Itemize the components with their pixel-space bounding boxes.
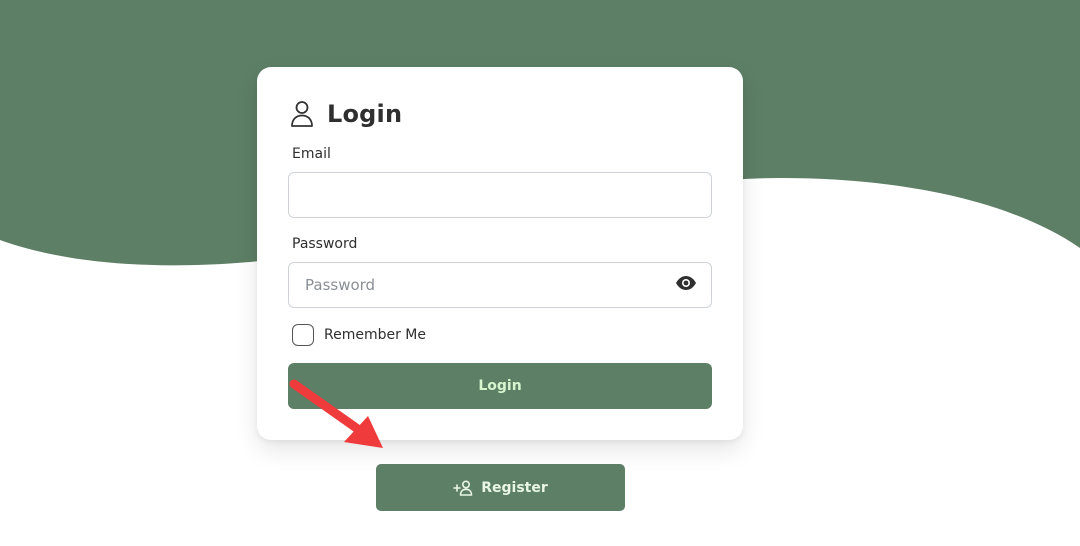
register-label: Register [481,479,548,496]
register-button[interactable]: Register [376,464,625,511]
remember-me-checkbox[interactable] [292,324,314,346]
page-title: Login [327,100,403,128]
remember-me-row: Remember Me [292,324,426,346]
user-icon [291,101,313,127]
login-button[interactable]: Login [288,363,712,409]
eye-icon[interactable] [675,275,697,291]
email-label: Email [292,146,331,162]
password-label: Password [292,236,358,252]
email-field[interactable] [288,172,712,218]
login-header: Login [290,99,402,129]
password-field[interactable] [288,262,712,308]
login-card: Login Email Password Remember Me Login [257,67,743,440]
remember-me-label: Remember Me [324,327,426,343]
user-plus-icon [453,479,473,496]
